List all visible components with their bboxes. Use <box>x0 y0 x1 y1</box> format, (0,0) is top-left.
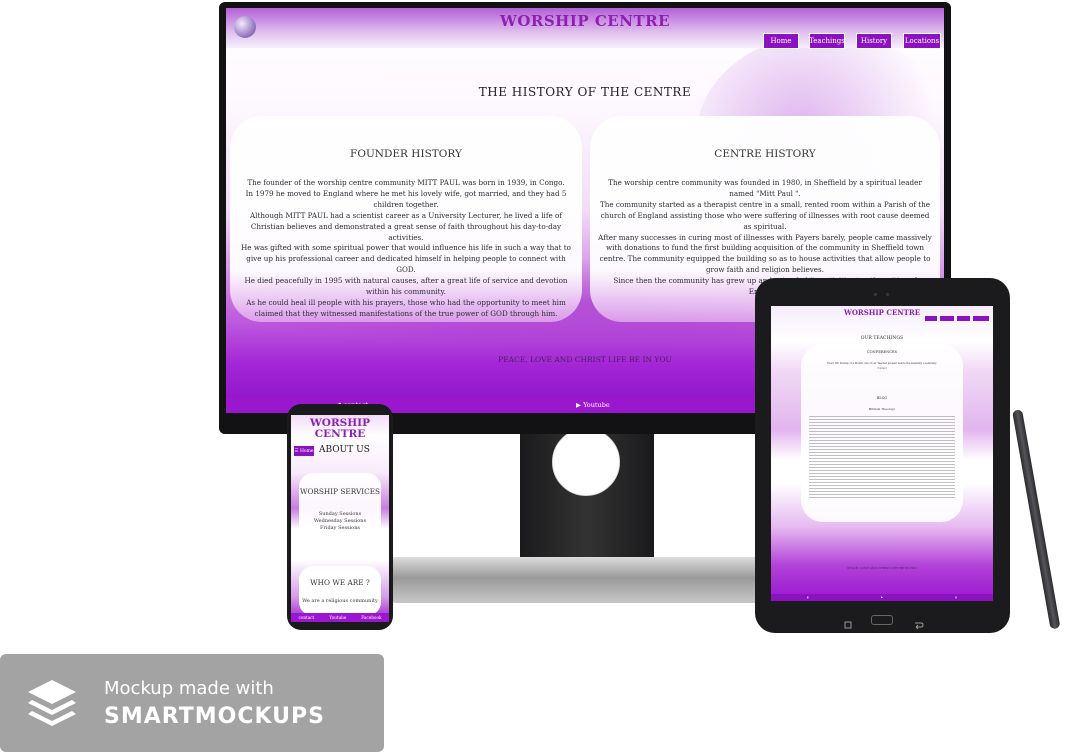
centre-line: The community started as a therapist cen… <box>599 199 931 231</box>
tablet-recent-button[interactable] <box>837 615 859 629</box>
phone-footer-contact[interactable]: contact <box>298 615 314 620</box>
tablet-conference-text: Every 5th Sunday of a Month, one of our … <box>827 362 937 365</box>
tablet-footer-contact[interactable]: ▮ <box>807 596 808 599</box>
phone-service-item: Friday Sessions <box>320 525 360 531</box>
founder-history-title: FOUNDER HISTORY <box>350 148 462 160</box>
tablet-footer-facebook[interactable]: ▮ <box>955 596 956 599</box>
phone-footer-facebook[interactable]: Facebook <box>361 615 381 620</box>
founder-line: He was gifted with some spiritual power … <box>241 243 571 275</box>
footer-youtube-label: Youtube <box>583 401 610 409</box>
smartmockups-badge: Mockup made with SMARTMOCKUPS <box>0 654 384 752</box>
stylus-pen <box>1012 409 1061 630</box>
phone-home-label: Home <box>299 448 314 454</box>
monitor-stand-cutout <box>552 428 620 496</box>
badge-caption: Mockup made with <box>104 678 274 699</box>
badge-brand: SMARTMOCKUPS <box>104 704 325 729</box>
tablet-footer-youtube[interactable]: ▶ <box>881 596 883 599</box>
site-title: WORSHIP CENTRE <box>499 12 671 30</box>
page-title: THE HISTORY OF THE CENTRE <box>478 85 692 99</box>
footer-youtube-link[interactable]: ▶ Youtube <box>576 401 610 409</box>
founder-history-card: FOUNDER HISTORY The founder of the worsh… <box>230 116 582 322</box>
tablet-sensor-icon <box>886 293 889 296</box>
phone-who-card: WHO WE ARE ? We are a religious communit… <box>299 566 381 616</box>
tablet-tagline: PEACE, LOVE AND CHRIST LIFE BE IN YOU <box>847 566 917 570</box>
phone-device: WORSHIP CENTRE ☰ Home ABOUT US WORSHIP S… <box>287 404 393 630</box>
phone-services-title: WORSHIP SERVICES <box>299 487 381 496</box>
founder-line: In 1979 he moved to England where he met… <box>245 188 567 209</box>
founder-line: He died peacefully in 1995 with natural … <box>244 276 568 297</box>
tablet-blog-subtitle: Biblical Theology <box>868 407 896 411</box>
tablet-nav-locations[interactable] <box>973 316 989 321</box>
tablet-home-button[interactable] <box>871 615 893 625</box>
tablet-nav-teachings[interactable] <box>940 316 954 321</box>
nav-history[interactable]: History <box>856 33 892 49</box>
tablet-camera-icon <box>874 293 877 296</box>
phone-title-line: CENTRE <box>314 428 366 440</box>
phone-service-item: Sunday Sessions <box>318 511 362 517</box>
tablet-device: WORSHIP CENTRE OUR TEACHINGS CONFERENCES… <box>755 278 1010 633</box>
stacked-layers-icon <box>28 680 76 726</box>
phone-service-item: Wednesday Sessions <box>313 518 367 524</box>
phone-services-list: Sunday Sessions Wednesday Sessions Frida… <box>299 511 381 532</box>
tablet-blog-text-block <box>809 416 955 500</box>
founder-line: Although MITT PAUL had a scientist caree… <box>249 210 563 242</box>
tablet-nav-home[interactable] <box>925 316 937 321</box>
tablet-nav-history[interactable] <box>957 316 970 321</box>
monitor-base <box>390 557 785 603</box>
phone-footer: contact Youtube Facebook <box>291 613 389 622</box>
phone-who-title: WHO WE ARE ? <box>310 578 370 587</box>
phone-footer-youtube[interactable]: Youtube <box>329 615 346 620</box>
tablet-blog-title: BLOG <box>876 396 888 400</box>
back-arrow-icon <box>915 622 924 630</box>
site-header: WORSHIP CENTRE Home Teachings History Lo… <box>226 8 944 49</box>
phone-screen: WORSHIP CENTRE ☰ Home ABOUT US WORSHIP S… <box>291 415 389 622</box>
tablet-content-card: CONFERENCES Every 5th Sunday of a Month,… <box>801 344 963 522</box>
nav-teachings[interactable]: Teachings <box>809 33 845 49</box>
nav-locations[interactable]: Locations <box>903 33 941 49</box>
recent-apps-icon <box>844 621 852 629</box>
tablet-screen: WORSHIP CENTRE OUR TEACHINGS CONFERENCES… <box>771 306 993 601</box>
centre-history-title: CENTRE HISTORY <box>714 148 816 160</box>
nav-home[interactable]: Home <box>763 33 799 49</box>
tablet-teachings-title: OUR TEACHINGS <box>860 336 904 341</box>
tablet-back-button[interactable] <box>907 615 929 630</box>
phone-who-text: We are a religious community <box>302 598 378 604</box>
phone-home-button[interactable]: ☰ Home <box>294 446 314 456</box>
tablet-footer: ▮ ▶ ▮ <box>771 594 993 601</box>
founder-history-text: The founder of the worship centre commun… <box>238 178 574 320</box>
tablet-conference-link[interactable]: Contact <box>801 367 963 370</box>
founder-line: As he could heal ill people with his pra… <box>246 297 566 318</box>
phone-about-title: ABOUT US <box>319 445 370 455</box>
phone-services-card: WORSHIP SERVICES Sunday Sessions Wednesd… <box>299 473 381 551</box>
centre-line: After many successes in curing most of i… <box>598 232 932 275</box>
phone-site-title: WORSHIP CENTRE <box>291 418 389 440</box>
founder-line: The founder of the worship centre commun… <box>247 178 565 187</box>
tablet-conferences-title: CONFERENCES <box>866 350 898 354</box>
centre-line: The worship centre community was founded… <box>608 178 922 198</box>
